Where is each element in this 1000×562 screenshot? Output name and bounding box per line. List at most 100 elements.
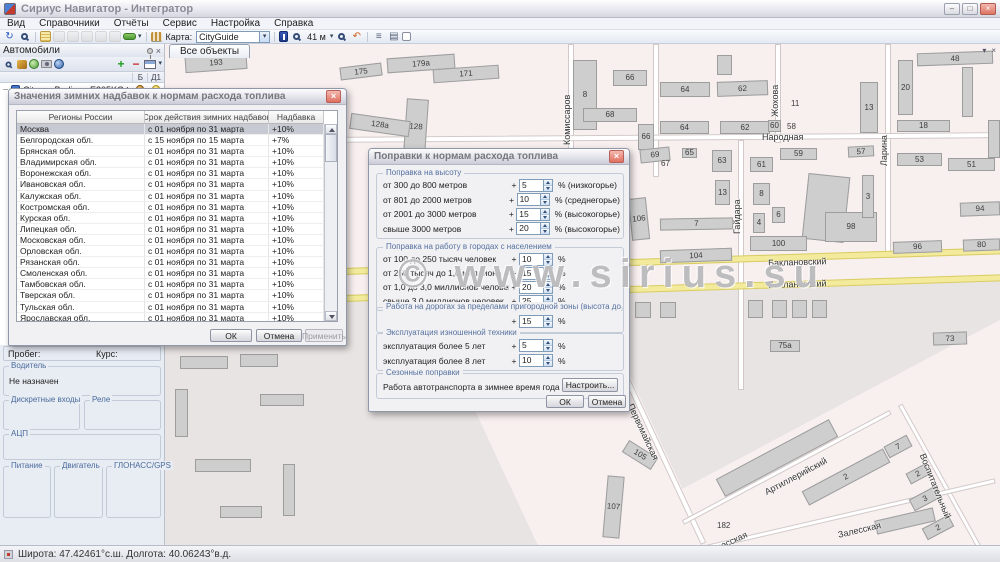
table-row[interactable]: Ивановская обл.с 01 ноября по 31 марта+1… <box>17 179 337 190</box>
plus-sign: + <box>509 282 519 292</box>
menu-item-4[interactable]: Настройка <box>204 18 267 30</box>
table-row[interactable]: Воронежская обл.с 01 ноября по 31 марта+… <box>17 168 337 179</box>
map-close-icon[interactable]: × <box>991 46 996 55</box>
menu-item-3[interactable]: Сервис <box>156 18 204 30</box>
table-row[interactable]: Липецкая обл.с 01 ноября по 31 марта+10% <box>17 224 337 235</box>
table-row[interactable]: Тульская обл.с 01 ноября по 31 марта+10% <box>17 302 337 313</box>
table-row[interactable]: Калужская обл.с 01 ноября по 31 марта+10… <box>17 191 337 202</box>
pin-icon[interactable] <box>147 48 153 54</box>
dialog1-ok-button[interactable]: ОК <box>210 329 252 342</box>
table-column-header[interactable]: Срок действия зимних надбавок <box>145 111 269 124</box>
menu-item-5[interactable]: Справка <box>267 18 320 30</box>
form-icon[interactable]: ▤ <box>387 31 400 42</box>
dialog2-ok-button[interactable]: ОК <box>546 395 584 408</box>
column-d1[interactable]: Д1 <box>147 73 161 82</box>
table-row[interactable]: Рязанская обл.с 01 ноября по 31 марта+10… <box>17 257 337 268</box>
scroll-thumb[interactable] <box>325 134 337 162</box>
table-row[interactable]: Смоленская обл.с 01 ноября по 31 марта+1… <box>17 268 337 279</box>
table-row[interactable]: Владимирская обл.с 01 ноября по 31 марта… <box>17 157 337 168</box>
column-b[interactable]: Б <box>132 73 143 82</box>
table-row[interactable]: Орловская обл.с 01 ноября по 31 марта+10… <box>17 246 337 257</box>
edit-note-icon[interactable] <box>40 31 51 42</box>
table-row[interactable]: Брянская обл.с 01 ноября по 31 марта+10% <box>17 146 337 157</box>
table-cell: с 01 ноября по 31 марта <box>145 290 269 301</box>
table-row[interactable]: Костромская обл.с 01 ноября по 31 марта+… <box>17 202 337 213</box>
track-filter-icon[interactable] <box>123 31 136 42</box>
zoom-level-icon[interactable] <box>290 31 303 42</box>
tab-all-objects[interactable]: Все объекты <box>169 44 250 58</box>
add-vehicle-button[interactable]: + <box>114 59 127 70</box>
remove-vehicle-button[interactable]: − <box>129 59 142 70</box>
spin-down-icon[interactable] <box>544 345 552 351</box>
minimize-button[interactable]: – <box>944 3 960 15</box>
spin-down-icon[interactable] <box>544 321 552 327</box>
map-scale-icon[interactable] <box>279 31 288 42</box>
table-row[interactable]: Тверская обл.с 01 ноября по 31 марта+10% <box>17 290 337 301</box>
table-row[interactable]: Ярославская обл.с 01 ноября по 31 марта+… <box>17 313 337 322</box>
table-row[interactable]: Московская обл.с 01 ноября по 31 марта+1… <box>17 235 337 246</box>
scroll-down-icon[interactable] <box>325 311 337 321</box>
zoom-chevron-icon[interactable]: ▾ <box>330 33 334 41</box>
spin-input[interactable]: 10 <box>519 253 553 266</box>
table-row[interactable]: Белгородская обл.с 15 ноября по 15 марта… <box>17 135 337 146</box>
list-icon[interactable]: ≡ <box>372 31 385 42</box>
zoom-in-icon[interactable] <box>335 31 348 42</box>
map-dropdown-icon[interactable]: ▾ <box>982 46 986 55</box>
search-icon[interactable] <box>18 31 31 42</box>
layout-split-icon[interactable] <box>144 60 156 69</box>
dialog2-titlebar[interactable]: Поправки к нормам расхода топлива × <box>369 149 629 165</box>
table-row[interactable]: Москвас 01 ноября по 31 марта+10% <box>17 124 337 135</box>
spin-input[interactable]: 10 <box>519 354 553 367</box>
panel-chevron-icon[interactable]: ▾ <box>158 60 162 68</box>
table-row[interactable]: Курская обл.с 01 ноября по 31 марта+10% <box>17 213 337 224</box>
spin-input[interactable]: 5 <box>519 339 553 352</box>
refresh-icon[interactable]: ↻ <box>3 31 16 42</box>
globe-blue-icon[interactable] <box>54 59 64 69</box>
spin-down-icon[interactable] <box>541 199 549 205</box>
spin-down-icon[interactable] <box>544 287 552 293</box>
configure-button[interactable]: Настроить... <box>562 378 618 392</box>
globe-icon[interactable] <box>29 59 39 69</box>
building <box>180 356 228 369</box>
spin-input[interactable]: 20 <box>519 281 553 294</box>
correction-suffix: % (низкогорье) <box>558 180 617 190</box>
scroll-up-icon[interactable] <box>325 124 337 134</box>
spin-input[interactable]: 15 <box>516 208 549 221</box>
dialog1-cancel-button[interactable]: Отмена <box>256 329 302 342</box>
camera-icon[interactable] <box>41 60 52 68</box>
spin-input[interactable]: 20 <box>516 222 549 235</box>
table-scrollbar[interactable] <box>324 124 337 321</box>
find-vehicle-icon[interactable] <box>2 59 15 70</box>
back-arrow-icon[interactable]: ↶ <box>350 31 363 42</box>
table-row[interactable]: Тамбовская обл.с 01 ноября по 31 марта+1… <box>17 279 337 290</box>
chart-icon[interactable] <box>151 32 162 42</box>
combo-arrow-icon[interactable]: ▾ <box>259 32 269 42</box>
close-button[interactable]: × <box>980 3 996 15</box>
table-column-header[interactable]: Регионы России <box>17 111 145 124</box>
spin-input[interactable]: 5 <box>519 179 553 192</box>
spin-down-icon[interactable] <box>541 228 549 234</box>
menu-item-0[interactable]: Вид <box>0 18 32 30</box>
spin-down-icon[interactable] <box>544 360 552 366</box>
spin-down-icon[interactable] <box>544 273 552 279</box>
spin-input[interactable]: 15 <box>519 267 553 280</box>
spin-down-icon[interactable] <box>544 259 552 265</box>
map-select[interactable]: CityGuide ▾ <box>196 31 270 43</box>
table-column-header[interactable]: Надбавка <box>269 111 324 124</box>
chevron-down-icon[interactable]: ▾ <box>138 33 142 41</box>
spin-down-icon[interactable] <box>541 214 549 220</box>
dialog2-cancel-button[interactable]: Отмена <box>588 395 626 408</box>
brush-icon[interactable] <box>17 60 27 69</box>
dialog1-titlebar[interactable]: Значения зимних надбавок к нормам расход… <box>9 89 346 105</box>
dialog2-close-icon[interactable]: × <box>609 150 624 163</box>
power-group: Питание <box>3 466 51 518</box>
menu-item-2[interactable]: Отчёты <box>107 18 156 30</box>
spin-input[interactable]: 10 <box>517 193 550 206</box>
maximize-button[interactable]: □ <box>962 3 978 15</box>
spin-down-icon[interactable] <box>544 185 552 191</box>
dialog1-close-icon[interactable]: × <box>326 90 341 103</box>
spin-input[interactable]: 15 <box>519 315 553 328</box>
toolbar-checkbox[interactable] <box>402 32 411 41</box>
menu-item-1[interactable]: Справочники <box>32 18 107 30</box>
panel-close-icon[interactable]: × <box>156 46 161 56</box>
